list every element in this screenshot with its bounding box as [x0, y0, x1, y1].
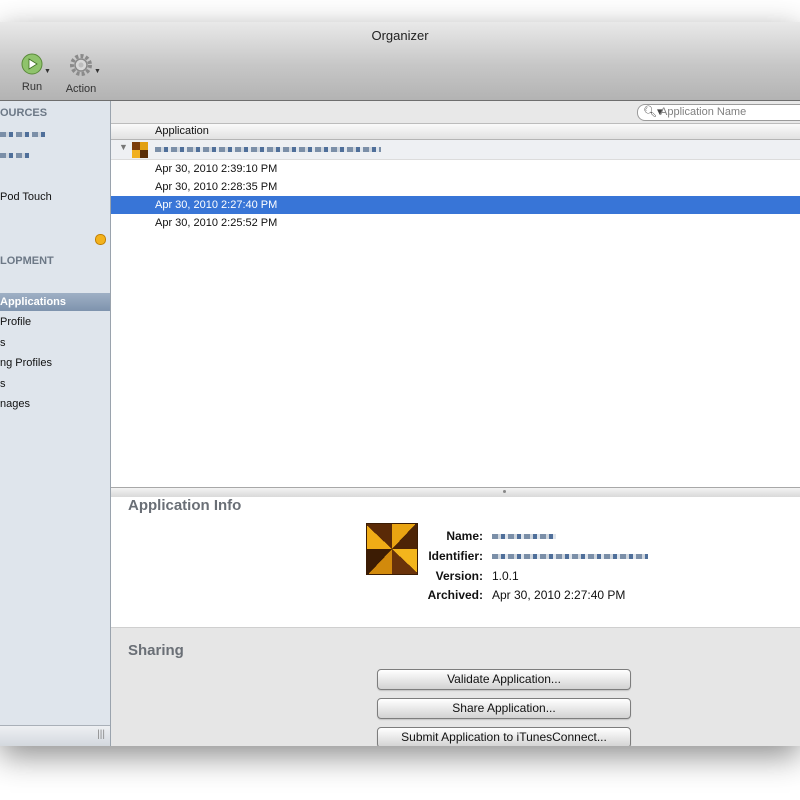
- sidebar-devices-header: OURCES: [0, 107, 48, 119]
- sidebar-development-header: LOPMENT: [0, 255, 54, 267]
- sidebar-device-1[interactable]: [0, 128, 46, 140]
- sidebar-item-applications[interactable]: Applications: [0, 293, 110, 311]
- warning-status-icon: [95, 234, 106, 245]
- title-bar: Organizer Run ▼ Action ▼: [0, 22, 800, 101]
- identifier-value: [492, 554, 648, 559]
- sidebar-resize-handle[interactable]: |||: [97, 729, 105, 740]
- sidebar: OURCES Pod Touch LOPMENT Applications Pr…: [0, 101, 111, 746]
- archive-row[interactable]: Apr 30, 2010 2:28:35 PM: [111, 178, 800, 196]
- version-label: Version:: [435, 569, 483, 583]
- sharing-section: Sharing Validate Application... Share Ap…: [111, 627, 800, 746]
- sidebar-item-images[interactable]: nages: [0, 398, 30, 410]
- submit-application-button[interactable]: Submit Application to iTunesConnect...: [377, 727, 631, 746]
- validate-application-button[interactable]: Validate Application...: [377, 669, 631, 690]
- archived-label: Archived:: [427, 588, 483, 602]
- sidebar-item-3[interactable]: s: [0, 337, 6, 349]
- disclosure-triangle-icon[interactable]: ▼: [119, 142, 128, 152]
- organizer-window: Organizer Run ▼ Action ▼ OURCES Pod Touc…: [0, 22, 800, 746]
- run-icon: [21, 53, 43, 75]
- sharing-title: Sharing: [128, 642, 184, 659]
- divider-grip-icon: [503, 490, 506, 493]
- archived-value: Apr 30, 2010 2:27:40 PM: [492, 588, 626, 602]
- identifier-label: Identifier:: [428, 549, 483, 563]
- sidebar-footer: |||: [0, 725, 110, 746]
- app-icon: [132, 142, 148, 158]
- version-value: 1.0.1: [492, 569, 519, 583]
- archive-row[interactable]: Apr 30, 2010 2:25:52 PM: [111, 214, 800, 232]
- archive-row-selected[interactable]: Apr 30, 2010 2:27:40 PM: [111, 196, 800, 214]
- run-label: Run: [21, 81, 43, 93]
- app-group-row[interactable]: ▼: [111, 140, 800, 160]
- archive-row[interactable]: Apr 30, 2010 2:39:10 PM: [111, 160, 800, 178]
- main-panel: 🔍︎▾ Application Name Application ▼ Apr 3…: [111, 101, 800, 746]
- window-title: Organizer: [371, 28, 429, 43]
- action-label: Action: [65, 83, 97, 95]
- run-dropdown-icon[interactable]: ▼: [44, 68, 51, 75]
- gear-icon: [70, 54, 92, 76]
- search-bar: 🔍︎▾ Application Name: [111, 101, 800, 124]
- share-application-button[interactable]: Share Application...: [377, 698, 631, 719]
- name-value: [492, 534, 556, 539]
- sidebar-item-5[interactable]: s: [0, 378, 6, 390]
- sidebar-item-ipod-touch[interactable]: Pod Touch: [0, 191, 52, 203]
- sidebar-item-provisioning-profiles[interactable]: ng Profiles: [0, 357, 52, 369]
- search-input[interactable]: 🔍︎▾ Application Name: [637, 104, 800, 121]
- application-info-title: Application Info: [128, 497, 242, 514]
- sidebar-device-2[interactable]: [0, 149, 30, 161]
- app-group-name: [155, 147, 381, 152]
- name-label: Name:: [446, 529, 483, 543]
- action-dropdown-icon[interactable]: ▼: [94, 68, 101, 75]
- sidebar-item-profile[interactable]: Profile: [0, 316, 31, 328]
- column-header-application[interactable]: Application: [111, 124, 800, 140]
- search-placeholder: Application Name: [660, 106, 747, 118]
- application-info-section: Application Info Name: Identifier: Versi…: [111, 497, 800, 627]
